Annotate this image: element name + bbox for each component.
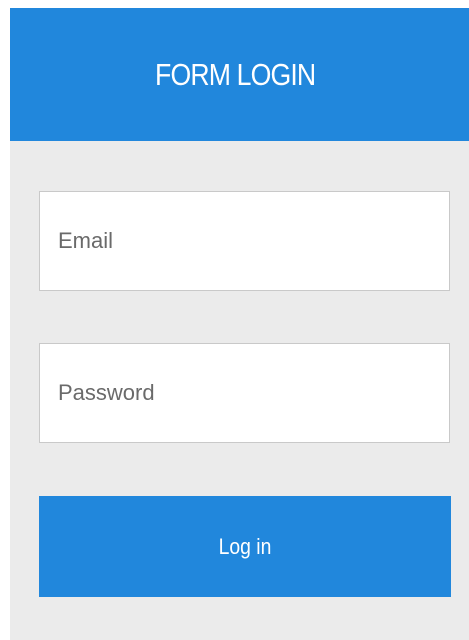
card-header: FORM LOGIN [10,8,469,141]
login-button[interactable]: Log in [39,496,451,597]
page-title: FORM LOGIN [155,56,316,92]
login-card: FORM LOGIN Log in [10,8,469,640]
email-field[interactable] [39,191,450,291]
password-field[interactable] [39,343,450,443]
login-button-label: Log in [218,533,272,559]
